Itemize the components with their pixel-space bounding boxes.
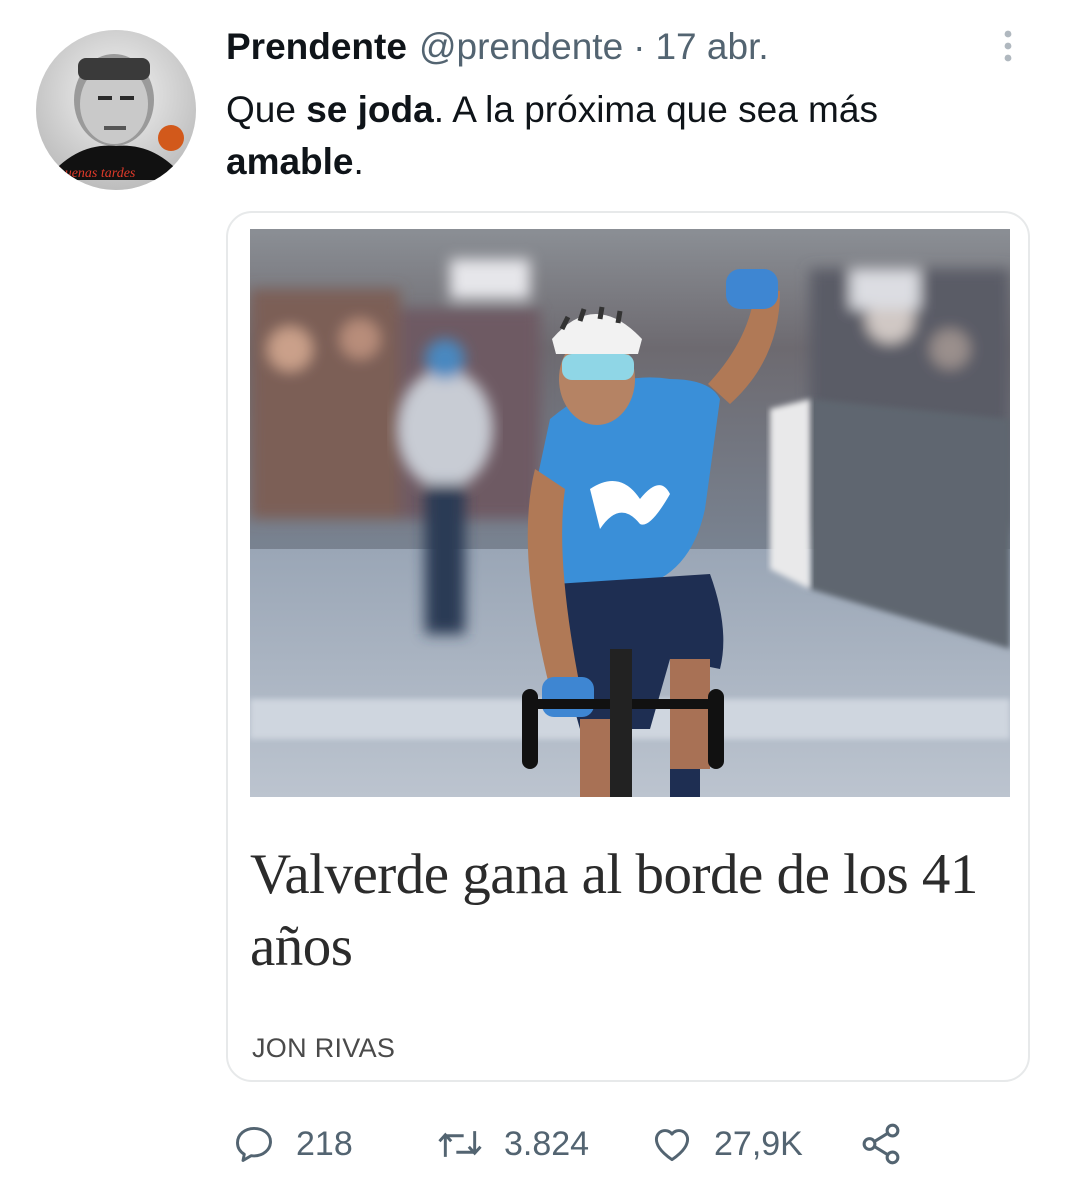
tweet-text: Que se joda. A la próxima que sea más am… <box>226 84 1026 188</box>
cyclist-photo[interactable] <box>250 229 1010 797</box>
retweet-count: 3.824 <box>504 1124 590 1163</box>
heart-icon <box>654 1129 690 1162</box>
media-card[interactable]: Valverde gana al borde de los 41 años JO… <box>226 211 1030 1082</box>
retweet-button[interactable]: 3.824 <box>436 1116 589 1172</box>
more-options-icon[interactable] <box>994 26 1022 66</box>
author-handle[interactable]: @prendente <box>419 24 623 70</box>
avatar-image: y buenas tardes <box>36 30 196 190</box>
tweet-date[interactable]: 17 abr. <box>655 24 768 70</box>
retweet-icon <box>438 1131 482 1157</box>
share-button[interactable] <box>858 1116 904 1172</box>
tweet-text-part: . A la próxima que sea más <box>433 89 878 130</box>
reply-button[interactable]: 218 <box>232 1116 353 1172</box>
avatar[interactable]: y buenas tardes <box>36 30 196 190</box>
card-author: JON RIVAS <box>252 1033 396 1063</box>
tweet-text-part: Que <box>226 89 307 130</box>
tweet-text-part: . <box>353 141 364 182</box>
reply-icon <box>236 1126 272 1162</box>
reply-count: 218 <box>296 1124 353 1163</box>
like-button[interactable]: 27,9K <box>650 1116 803 1172</box>
tweet-header: Prendente @prendente · 17 abr. <box>226 24 769 70</box>
like-count: 27,9K <box>714 1124 803 1163</box>
svg-text:y buenas tardes: y buenas tardes <box>46 166 136 181</box>
share-icon <box>862 1123 900 1165</box>
tweet-text-bold: se joda <box>306 89 434 130</box>
action-bar: 218 3.824 27,9K <box>226 1116 926 1172</box>
tweet: y buenas tardes Prendente @prendente · 1… <box>0 0 1067 1200</box>
card-headline: Valverde gana al borde de los 41 años <box>250 843 978 978</box>
tweet-text-bold: amable <box>226 141 354 182</box>
separator-dot: · <box>633 26 646 67</box>
author-name[interactable]: Prendente <box>226 24 407 70</box>
